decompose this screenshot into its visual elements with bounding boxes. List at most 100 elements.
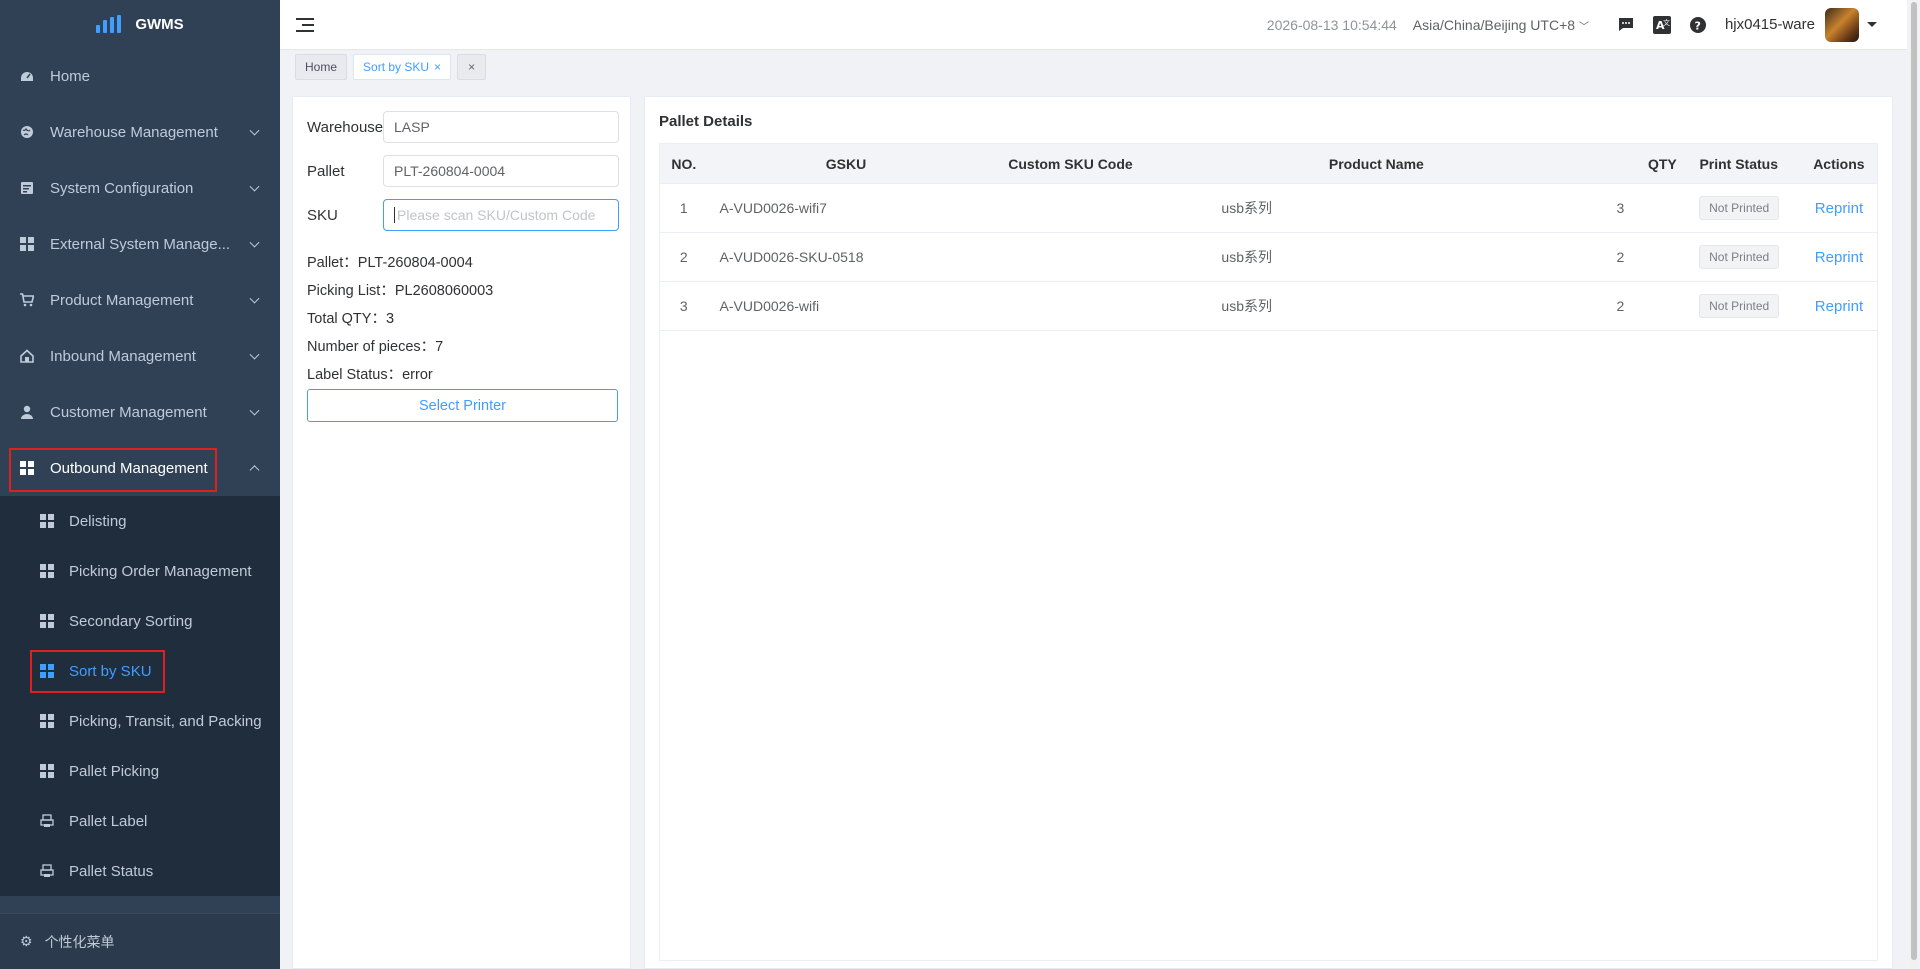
select-printer-button[interactable]: Select Printer [307, 389, 618, 422]
submenu-item-delisting[interactable]: Delisting [0, 496, 280, 546]
reprint-link[interactable]: Reprint [1815, 298, 1863, 315]
summary-picking-list: Picking List：PL2608060003 [307, 283, 494, 299]
app-name: GWMS [135, 15, 184, 33]
summary-total-qty: Total QTY：3 [307, 311, 395, 327]
sku-row: SKU Please scan SKU/Custom Code [307, 199, 619, 231]
submenu-item-label: Picking, Transit, and Packing [69, 712, 262, 730]
current-datetime: 2026-08-13 10:54:44 [1266, 16, 1397, 33]
sku-placeholder: Please scan SKU/Custom Code [397, 207, 596, 223]
table-row: 3 A-VUD0026-wifi usb系列 2 Not Printed Rep… [660, 282, 1877, 331]
panel-title: Pallet Details [659, 113, 753, 130]
svg-text:文: 文 [1663, 18, 1670, 27]
pallet-details-table: NO. GSKU Custom SKU Code Product Name QT… [659, 143, 1878, 961]
globe-icon [20, 125, 34, 139]
username[interactable]: hjx0415-ware [1725, 16, 1815, 33]
text-cursor [394, 207, 395, 223]
pallet-field[interactable]: PLT-260804-0004 [383, 155, 619, 187]
pallet-details-panel: Pallet Details NO. GSKU Custom SKU Code … [644, 96, 1893, 969]
status-badge: Not Printed [1699, 196, 1780, 220]
submenu-item-pallet-label[interactable]: Pallet Label [0, 796, 280, 846]
sidebar-item-label: Warehouse Management [50, 123, 218, 141]
timezone-select[interactable]: Asia/China/Beijing UTC+8 ﹀ [1413, 17, 1589, 33]
tag-sort-by-sku[interactable]: Sort by SKU × [353, 54, 452, 80]
cell-actions: Reprint [1801, 249, 1877, 266]
cell-no: 3 [679, 298, 688, 314]
scrollbar-thumb[interactable] [1911, 2, 1917, 960]
user-icon [20, 405, 34, 419]
sidebar-item-home[interactable]: Home [0, 48, 280, 104]
column-header: Actions [1813, 155, 1865, 172]
logo-icon [96, 15, 122, 33]
printer-icon [40, 864, 54, 878]
sku-input[interactable]: Please scan SKU/Custom Code [383, 199, 619, 231]
submenu-item-label: Delisting [69, 512, 127, 530]
cell-print-status: Not Printed [1677, 196, 1801, 220]
cell-no: 1 [679, 200, 688, 216]
menu-toggle-icon[interactable] [296, 17, 314, 32]
translate-icon[interactable]: A文 [1652, 15, 1671, 34]
cell-print-status: Not Printed [1677, 294, 1801, 318]
sidebar-item-inbound-management[interactable]: Inbound Management [0, 328, 280, 384]
close-icon[interactable]: × [434, 60, 441, 74]
sidebar-item-label: External System Manage... [50, 235, 231, 253]
cell-qty: 3 [1616, 200, 1625, 216]
cell-no: 2 [679, 249, 688, 265]
cell-qty: 2 [1616, 249, 1625, 265]
chevron-down-icon [249, 349, 260, 360]
chevron-up-icon [249, 465, 260, 476]
dashboard-icon [20, 69, 34, 83]
cell-product-name: usb系列 [1221, 298, 1272, 314]
sidebar-item-system-configuration[interactable]: System Configuration [0, 160, 280, 216]
submenu-item-picking-transit-packing[interactable]: Picking, Transit, and Packing [0, 696, 280, 746]
personalize-menu-label: 个性化菜单 [44, 933, 115, 950]
outbound-submenu: Delisting Picking Order Management Secon… [0, 496, 280, 896]
sidebar-item-label: Inbound Management [50, 347, 196, 365]
caret-down-icon[interactable] [1867, 22, 1877, 27]
column-header: Print Status [1699, 155, 1779, 172]
status-badge: Not Printed [1699, 245, 1780, 269]
config-icon [20, 181, 34, 195]
column-header: NO. [671, 155, 697, 172]
highlight-box [9, 448, 217, 492]
app-logo[interactable]: GWMS [0, 0, 280, 48]
reprint-link[interactable]: Reprint [1815, 200, 1863, 217]
chevron-down-icon [249, 405, 260, 416]
sidebar: GWMS Home Warehouse Management System Co… [0, 0, 280, 969]
chevron-down-icon: ﹀ [1578, 21, 1589, 33]
sidebar-item-warehouse-management[interactable]: Warehouse Management [0, 104, 280, 160]
tag-home[interactable]: Home [295, 54, 348, 80]
sidebar-item-label: Product Management [50, 291, 194, 309]
sidebar-item-product-management[interactable]: Product Management [0, 272, 280, 328]
sidebar-item-external-system-management[interactable]: External System Manage... [0, 216, 280, 272]
help-icon[interactable]: ? [1689, 16, 1707, 34]
reprint-link[interactable]: Reprint [1815, 249, 1863, 266]
submenu-item-label: Secondary Sorting [69, 612, 193, 630]
summary-pallet: Pallet：PLT-260804-0004 [307, 255, 473, 271]
warehouse-row: Warehouse LASP [307, 111, 619, 143]
table-row: 2 A-VUD0026-SKU-0518 usb系列 2 Not Printed… [660, 233, 1877, 282]
table-row: 1 A-VUD0026-wifi7 usb系列 3 Not Printed Re… [660, 184, 1877, 233]
page-scrollbar[interactable] [1910, 0, 1918, 969]
grid-icon [40, 764, 54, 778]
submenu-item-secondary-sorting[interactable]: Secondary Sorting [0, 596, 280, 646]
grid-icon [40, 514, 54, 528]
highlight-box [30, 650, 165, 693]
avatar[interactable] [1825, 7, 1859, 42]
sidebar-item-customer-management[interactable]: Customer Management [0, 384, 280, 440]
close-all-tags-button[interactable]: × [457, 54, 487, 80]
submenu-item-picking-order-management[interactable]: Picking Order Management [0, 546, 280, 596]
submenu-item-label: Pallet Label [69, 812, 148, 830]
submenu-item-pallet-picking[interactable]: Pallet Picking [0, 746, 280, 796]
tag-label: Sort by SKU [363, 60, 430, 74]
message-icon[interactable] [1617, 16, 1635, 34]
sidebar-item-label: Customer Management [50, 403, 207, 421]
chevron-down-icon [249, 237, 260, 248]
printer-icon [40, 814, 54, 828]
gear-icon: ⚙ [20, 933, 33, 949]
cell-product-name: usb系列 [1221, 200, 1272, 216]
personalize-menu-button[interactable]: ⚙ 个性化菜单 [0, 913, 280, 969]
sidebar-item-label: Home [50, 67, 91, 85]
cell-actions: Reprint [1801, 298, 1877, 315]
submenu-item-pallet-status[interactable]: Pallet Status [0, 846, 280, 896]
warehouse-field[interactable]: LASP [383, 111, 619, 143]
